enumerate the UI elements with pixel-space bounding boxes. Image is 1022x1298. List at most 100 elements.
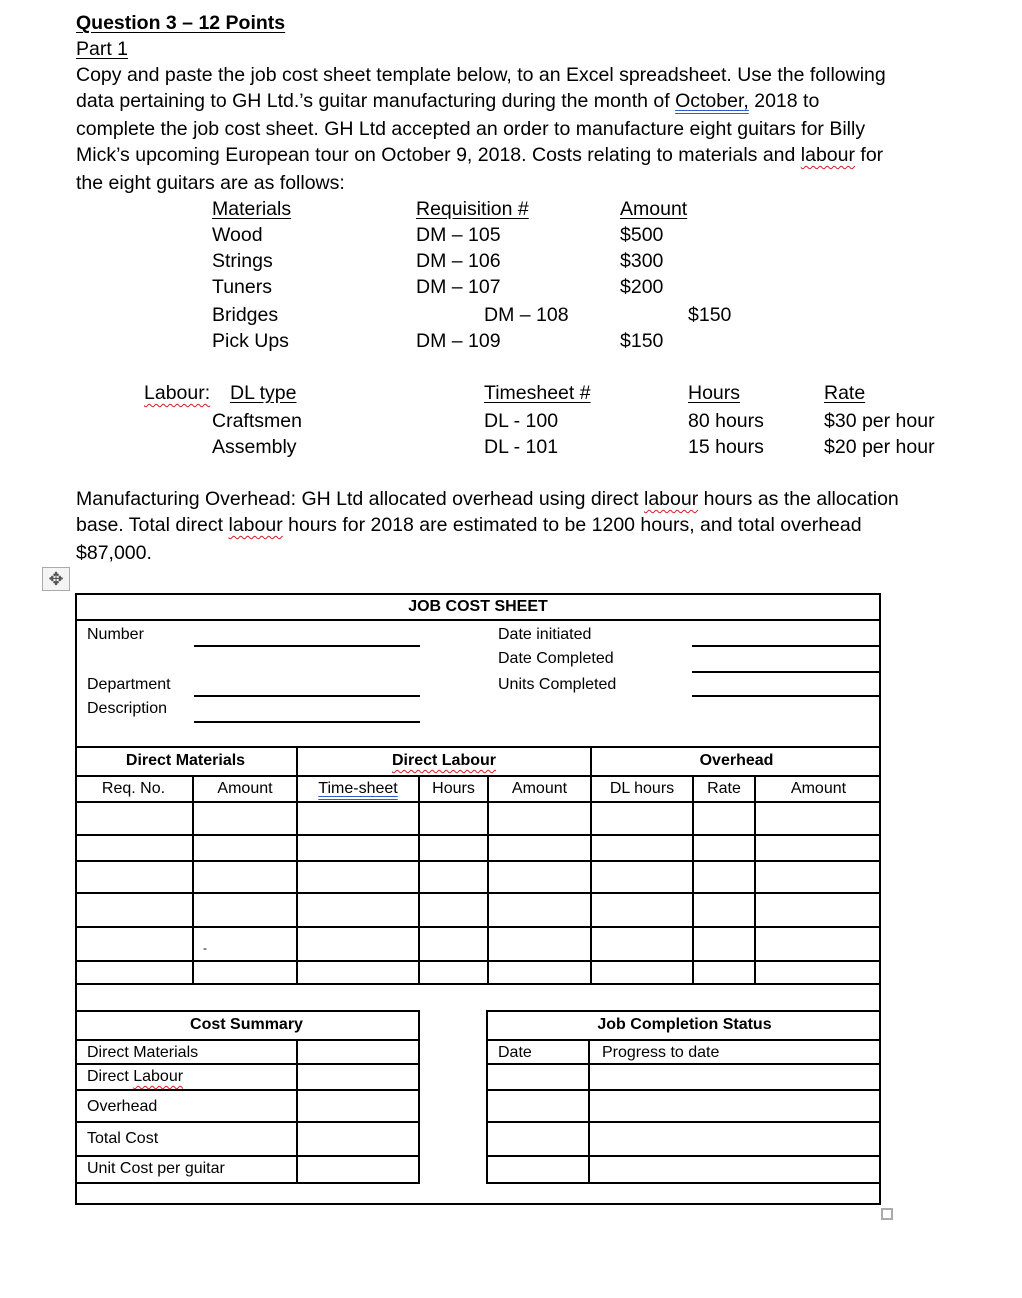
direct-word: Direct bbox=[87, 1068, 134, 1085]
material-amount: $300 bbox=[620, 250, 664, 272]
cost-summary-row: Direct Materials bbox=[87, 1044, 199, 1061]
intro-labour: labour bbox=[800, 144, 855, 166]
group-direct-labour-text: Direct Labour bbox=[391, 752, 496, 769]
col-dm-amount: Amount bbox=[217, 780, 273, 797]
intro-line-4: Mick’s upcoming European tour on October… bbox=[76, 142, 883, 168]
material-item: Pick Ups bbox=[212, 330, 289, 352]
cost-summary-border bbox=[75, 1010, 420, 1012]
cost-summary-title: Cost Summary bbox=[190, 1016, 303, 1033]
intro-month: October, bbox=[675, 90, 749, 112]
department-label: Department bbox=[87, 676, 171, 693]
overhead-line-1a: Manufacturing Overhead: GH Ltd allocated… bbox=[76, 488, 644, 510]
grid-line bbox=[75, 1155, 420, 1157]
material-req: DM – 109 bbox=[416, 330, 501, 352]
material-amount: $150 bbox=[688, 304, 732, 326]
col-hours: Hours bbox=[432, 780, 475, 797]
labour-timesheet: DL - 100 bbox=[484, 410, 559, 432]
labour-header-hours: Hours bbox=[688, 382, 741, 404]
grid-line bbox=[486, 1155, 881, 1157]
labour-word: Labour bbox=[133, 1068, 184, 1085]
grid-line bbox=[75, 801, 881, 803]
table-move-handle-icon[interactable]: ✥ bbox=[42, 567, 70, 591]
overhead-line-2a: base. Total direct bbox=[76, 514, 229, 536]
grid-line bbox=[296, 1039, 298, 1184]
intro-line-2-end: 2018 to bbox=[748, 90, 820, 112]
grid-line bbox=[75, 1063, 420, 1065]
labour-header-rate: Rate bbox=[824, 382, 866, 404]
question-title: Question 3 – 12 Points bbox=[76, 12, 286, 34]
col-timesheet-text: Time-sheet bbox=[318, 780, 398, 797]
intro-line-4-text: Mick’s upcoming European tour on October… bbox=[76, 144, 801, 166]
labour-rate: $20 per hour bbox=[824, 436, 935, 458]
grid-line bbox=[75, 983, 881, 985]
grid-line bbox=[754, 775, 756, 985]
intro-line-5: the eight guitars are as follows: bbox=[76, 172, 345, 194]
grid-line bbox=[75, 834, 881, 836]
col-dl-amount: Amount bbox=[511, 780, 568, 797]
labour-header-timesheet: Timesheet # bbox=[484, 382, 591, 404]
cost-summary-row: Overhead bbox=[87, 1098, 158, 1115]
material-amount: $200 bbox=[620, 276, 664, 298]
materials-header-req: Requisition # bbox=[416, 198, 529, 220]
grid-line bbox=[192, 775, 194, 985]
grid-line bbox=[75, 775, 881, 777]
part-label: Part 1 bbox=[76, 38, 129, 60]
completion-title: Job Completion Status bbox=[597, 1016, 772, 1033]
date-initiated-field[interactable] bbox=[692, 645, 881, 647]
grid-line bbox=[486, 1039, 881, 1041]
completion-border bbox=[486, 1010, 881, 1012]
job-cost-sheet bbox=[75, 593, 881, 1205]
cost-summary-row: Total Cost bbox=[87, 1130, 159, 1147]
description-field[interactable] bbox=[194, 721, 420, 723]
number-field[interactable] bbox=[194, 645, 420, 647]
cost-summary-border bbox=[75, 1182, 420, 1184]
grid-line bbox=[486, 1121, 881, 1123]
col-oh-amount: Amount bbox=[790, 780, 847, 797]
intro-line-3: complete the job cost sheet. GH Ltd acce… bbox=[76, 118, 866, 140]
material-item: Strings bbox=[212, 250, 273, 272]
cost-summary-border bbox=[418, 1010, 420, 1184]
material-req: DM – 106 bbox=[416, 250, 501, 272]
intro-line-2: data pertaining to GH Ltd.’s guitar manu… bbox=[76, 88, 819, 114]
grid-line bbox=[692, 775, 694, 985]
date-completed-label: Date Completed bbox=[498, 650, 614, 667]
units-completed-field[interactable] bbox=[692, 695, 881, 697]
group-direct-labour: Direct Labour bbox=[298, 751, 590, 771]
date-initiated-label: Date initiated bbox=[498, 626, 592, 643]
labour-rate: $30 per hour bbox=[824, 410, 935, 432]
material-req: DM – 105 bbox=[416, 224, 501, 246]
overhead-labour-1: labour bbox=[644, 488, 699, 510]
material-amount: $150 bbox=[620, 330, 664, 352]
date-completed-field[interactable] bbox=[692, 671, 881, 673]
completion-date-label: Date bbox=[498, 1044, 532, 1061]
grid-line bbox=[75, 926, 881, 928]
group-overhead: Overhead bbox=[699, 752, 774, 769]
overhead-line-3: $87,000. bbox=[76, 542, 152, 564]
stray-mark: - bbox=[203, 941, 207, 955]
grid-line bbox=[75, 892, 881, 894]
material-req: DM – 107 bbox=[416, 276, 501, 298]
materials-header-amount: Amount bbox=[620, 198, 688, 220]
col-rate: Rate bbox=[707, 780, 741, 797]
completion-progress-label: Progress to date bbox=[602, 1044, 720, 1061]
cost-summary-row: Unit Cost per guitar bbox=[87, 1160, 225, 1177]
grid-line bbox=[75, 860, 881, 862]
group-direct-materials: Direct Materials bbox=[125, 752, 246, 769]
material-amount: $500 bbox=[620, 224, 664, 246]
col-req-no: Req. No. bbox=[101, 780, 166, 797]
number-label: Number bbox=[87, 626, 144, 643]
grid-line bbox=[75, 746, 881, 748]
grid-line bbox=[487, 775, 489, 985]
completion-border bbox=[486, 1182, 881, 1184]
overhead-line-1b: hours as the allocation bbox=[698, 488, 899, 510]
overhead-labour-2: labour bbox=[228, 514, 283, 536]
department-field[interactable] bbox=[194, 695, 420, 697]
grid-line bbox=[486, 1089, 881, 1091]
material-item: Bridges bbox=[212, 304, 279, 326]
labour-header-type: DL type bbox=[230, 382, 297, 404]
completion-border bbox=[486, 1010, 488, 1184]
cost-summary-row: Direct Labour bbox=[87, 1067, 183, 1087]
table-resize-handle-icon[interactable] bbox=[881, 1208, 893, 1220]
intro-line-4-end: for bbox=[855, 144, 884, 166]
grid-line bbox=[588, 1039, 590, 1184]
